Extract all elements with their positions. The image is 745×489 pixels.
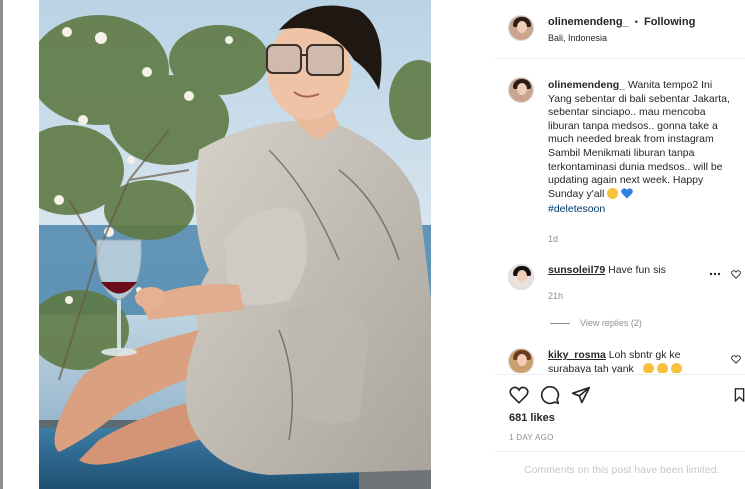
comment-username[interactable]: sunsoleil79 — [548, 264, 605, 276]
view-replies-button[interactable]: View replies (2) — [550, 318, 642, 328]
post-timestamp[interactable]: 1 DAY AGO — [509, 433, 554, 442]
comment-item: sunsoleil79 Have fun sis — [548, 264, 666, 276]
replies-line — [550, 322, 570, 324]
comment-age[interactable]: 21h — [548, 291, 563, 301]
header-separator: • — [634, 17, 638, 27]
blue-heart-emoji-icon — [621, 188, 633, 204]
caption-age[interactable]: 1d — [548, 234, 558, 244]
smirk-emoji-icon — [607, 187, 619, 199]
avatar-face — [517, 354, 527, 366]
caption-text: Wanita tempo2 Ini Yang sebentar di bali … — [548, 79, 730, 200]
footer-divider — [494, 451, 745, 452]
comment-item: kiky_rosma Loh sbntr gk ke — [548, 349, 681, 361]
view-replies-label: View replies (2) — [580, 318, 642, 328]
bookmark-icon[interactable] — [734, 385, 745, 405]
photo-illustration — [39, 0, 431, 489]
post-caption: olinemendeng_ Wanita tempo2 Ini Yang seb… — [548, 79, 738, 217]
commenter-avatar[interactable] — [508, 348, 534, 373]
commenter-avatar[interactable] — [508, 264, 534, 290]
comment-bubble-icon[interactable] — [539, 384, 561, 406]
comment-text: Loh sbntr gk ke — [608, 349, 681, 361]
header-divider — [494, 58, 745, 59]
post-author-avatar[interactable] — [508, 15, 534, 41]
comment-username[interactable]: kiky_rosma — [548, 349, 606, 361]
caption-hashtag[interactable]: #deletesoon — [548, 203, 605, 215]
instagram-post-view: olinemendeng_ • Following Bali, Indonesi… — [0, 0, 745, 489]
comment-like-heart-icon[interactable] — [730, 354, 741, 365]
caption-username[interactable]: olinemendeng_ — [548, 79, 625, 91]
comment-text-continued: surabaya tah yank — [548, 363, 682, 373]
comments-limited-notice: Comments on this post have been limited. — [524, 464, 720, 476]
emoji-icon — [642, 363, 654, 373]
post-author-username[interactable]: olinemendeng_ — [548, 16, 629, 28]
window-edge — [0, 0, 3, 489]
avatar-face — [517, 21, 527, 33]
comment-text: Have fun sis — [608, 264, 666, 276]
comment-like-heart-icon[interactable] — [730, 269, 741, 280]
post-photo[interactable] — [39, 0, 431, 489]
comment-clip-region: kiky_rosma Loh sbntr gk ke surabaya tah … — [494, 340, 745, 373]
paper-plane-icon[interactable] — [570, 384, 592, 406]
avatar-face — [517, 83, 527, 95]
caption-author-avatar[interactable] — [508, 77, 534, 103]
comment-text-line-2: surabaya tah yank — [548, 363, 634, 373]
post-side-panel: olinemendeng_ • Following Bali, Indonesi… — [494, 0, 745, 489]
post-location[interactable]: Bali, Indonesia — [548, 33, 607, 43]
more-horizontal-icon[interactable] — [708, 270, 722, 278]
post-header: olinemendeng_ • Following — [548, 16, 695, 28]
heart-outline-icon[interactable] — [508, 384, 530, 406]
avatar-face — [517, 270, 527, 282]
actions-divider — [494, 374, 745, 375]
emoji-icon — [656, 363, 668, 373]
emoji-icon — [670, 363, 682, 373]
likes-count[interactable]: 681 likes — [509, 412, 555, 424]
following-button[interactable]: Following — [644, 16, 695, 28]
